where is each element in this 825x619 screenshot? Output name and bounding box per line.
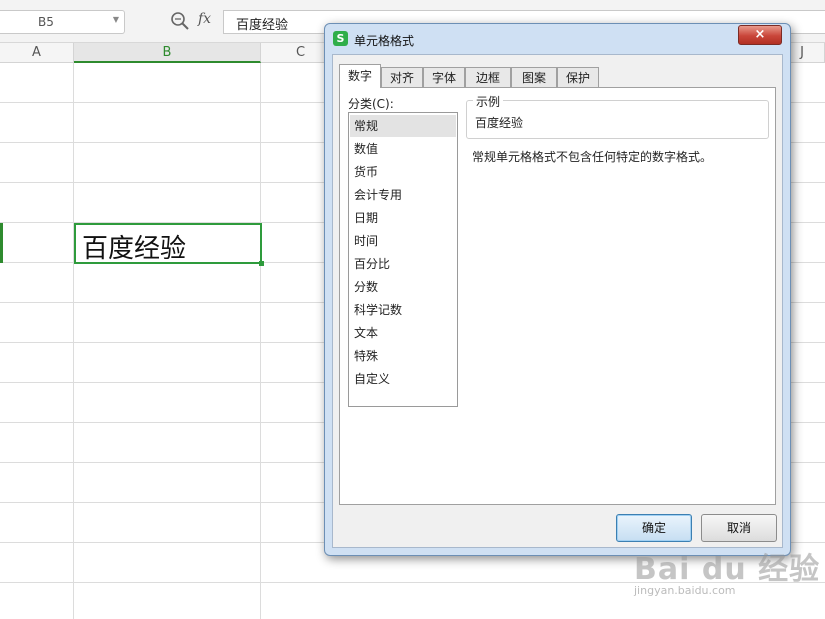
- category-item-custom[interactable]: 自定义: [350, 368, 456, 390]
- format-cells-dialog: S 单元格格式 × 数字 对齐 字体 边框 图案 保护 分类(C): 常规 数值…: [324, 23, 791, 556]
- dialog-body: 数字 对齐 字体 边框 图案 保护 分类(C): 常规 数值 货币 会计专用 日…: [332, 54, 783, 548]
- cell-reference: B5: [38, 15, 54, 29]
- format-description: 常规单元格格式不包含任何特定的数字格式。: [472, 150, 713, 164]
- formula-value: 百度经验: [236, 18, 289, 33]
- category-item-percentage[interactable]: 百分比: [350, 253, 456, 275]
- tab-alignment[interactable]: 对齐: [381, 67, 423, 87]
- active-cell-b5[interactable]: 百度经验: [74, 223, 262, 264]
- chevron-down-icon[interactable]: ▼: [113, 15, 119, 24]
- category-item-date[interactable]: 日期: [350, 207, 456, 229]
- sample-group: 示例 百度经验: [466, 93, 769, 139]
- column-header-b[interactable]: B: [74, 43, 261, 63]
- category-item-special[interactable]: 特殊: [350, 345, 456, 367]
- watermark-brand: Bai du 经验: [634, 552, 821, 587]
- number-tab-panel: 分类(C): 常规 数值 货币 会计专用 日期 时间 百分比 分数 科学记数 文…: [339, 87, 776, 505]
- close-icon: ×: [754, 27, 766, 42]
- close-button[interactable]: ×: [738, 25, 782, 45]
- column-header-a[interactable]: A: [0, 43, 74, 63]
- fx-icon[interactable]: fx: [198, 11, 211, 27]
- dialog-titlebar[interactable]: S 单元格格式 ×: [325, 24, 790, 54]
- active-row-indicator: [0, 223, 3, 263]
- tab-font[interactable]: 字体: [423, 67, 465, 87]
- category-item-scientific[interactable]: 科学记数: [350, 299, 456, 321]
- watermark-url: jingyan.baidu.com: [634, 584, 736, 597]
- category-item-time[interactable]: 时间: [350, 230, 456, 252]
- sample-label: 示例: [473, 93, 504, 110]
- tab-border[interactable]: 边框: [465, 67, 511, 87]
- category-item-text[interactable]: 文本: [350, 322, 456, 344]
- sample-value: 百度经验: [475, 116, 524, 130]
- fill-handle[interactable]: [259, 261, 264, 266]
- category-item-general[interactable]: 常规: [350, 115, 456, 137]
- category-list[interactable]: 常规 数值 货币 会计专用 日期 时间 百分比 分数 科学记数 文本 特殊 自定…: [348, 112, 458, 407]
- category-item-accounting[interactable]: 会计专用: [350, 184, 456, 206]
- app-logo-icon: S: [333, 31, 348, 46]
- tab-pattern[interactable]: 图案: [511, 67, 557, 87]
- tab-number[interactable]: 数字: [339, 64, 381, 88]
- dialog-title: 单元格格式: [354, 34, 415, 48]
- tab-protection[interactable]: 保护: [557, 67, 599, 87]
- zoom-icon[interactable]: [170, 11, 190, 31]
- name-box[interactable]: B5 ▼: [0, 10, 125, 34]
- category-item-currency[interactable]: 货币: [350, 161, 456, 183]
- category-label: 分类(C):: [348, 97, 394, 111]
- baidu-watermark: Bai du 经验 jingyan.baidu.com: [634, 532, 819, 612]
- active-cell-value: 百度经验: [82, 234, 187, 264]
- category-item-fraction[interactable]: 分数: [350, 276, 456, 298]
- category-item-number[interactable]: 数值: [350, 138, 456, 160]
